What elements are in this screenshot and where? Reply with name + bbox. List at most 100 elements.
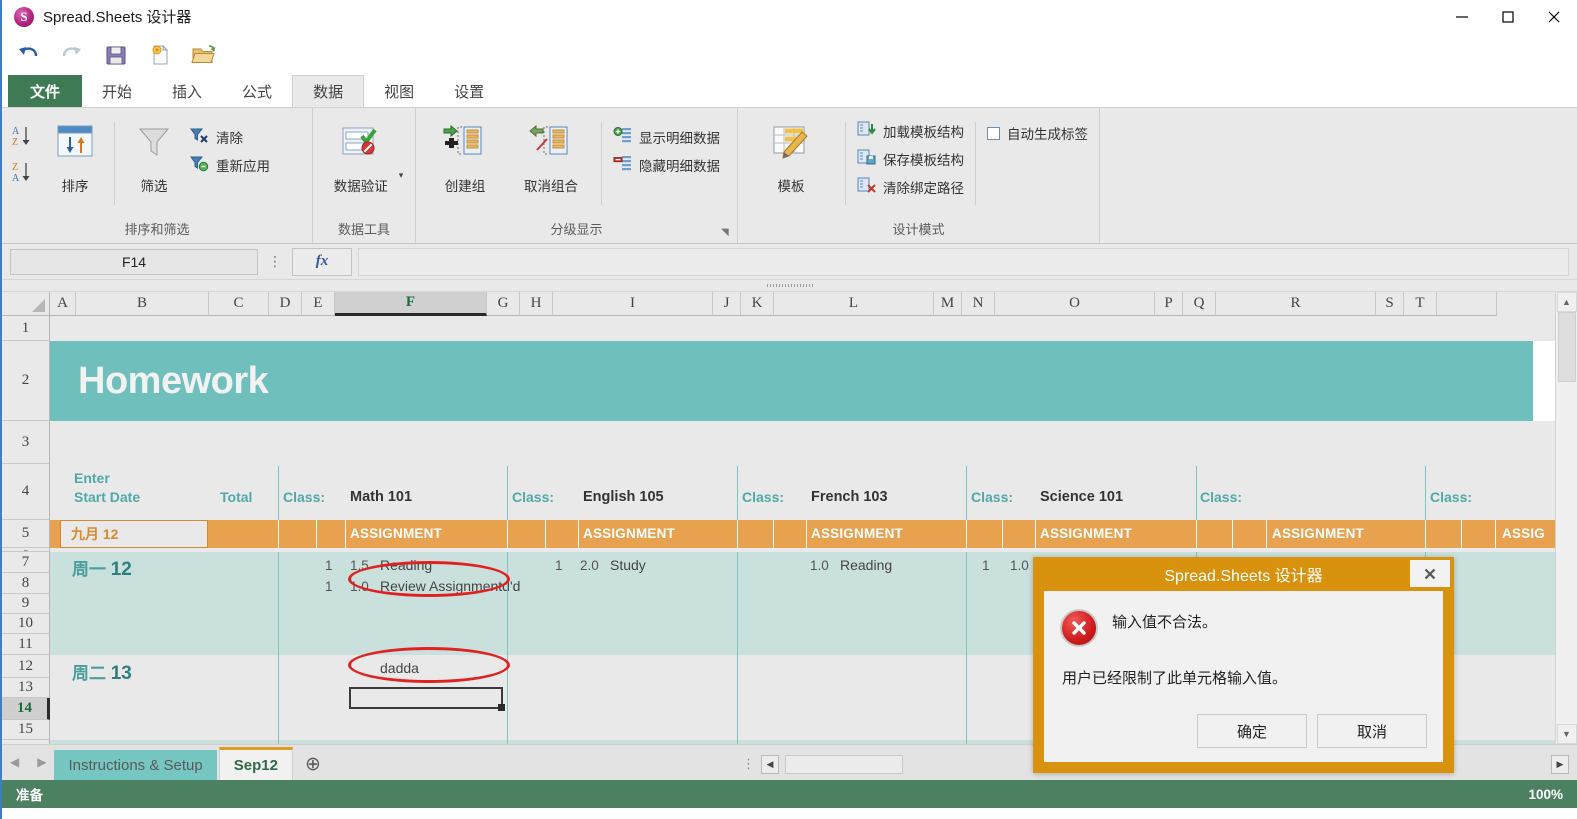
row-3-cells[interactable] — [50, 421, 1555, 464]
formula-input[interactable] — [358, 247, 1569, 276]
load-template-button[interactable]: 加载模板结构 — [853, 120, 968, 142]
new-document-icon[interactable] — [140, 37, 180, 73]
data-validation-button[interactable]: 数据验证 — [325, 116, 397, 195]
template-button[interactable]: 模板 — [744, 116, 838, 195]
name-box-grip-icon[interactable]: ⋮ — [264, 253, 286, 270]
column-header-n[interactable]: N — [962, 292, 995, 316]
undo-arrow-icon[interactable] — [8, 37, 48, 73]
clear-binding-button[interactable]: 清除绑定路径 — [853, 176, 968, 198]
sort-button[interactable]: 排序 — [43, 116, 107, 195]
horizontal-scroll-thumb[interactable] — [785, 754, 903, 774]
caret-down-icon[interactable]: ▾ — [399, 170, 404, 181]
column-header-g[interactable]: G — [487, 292, 520, 316]
scroll-down-button[interactable]: ▼ — [1556, 724, 1577, 744]
tab-file[interactable]: 文件 — [8, 75, 83, 107]
column-header-b[interactable]: B — [76, 292, 209, 316]
hscroll-left-button[interactable]: ◀ — [761, 754, 779, 774]
column-header-j[interactable]: J — [713, 292, 741, 316]
filter-button[interactable]: 筛选 — [122, 116, 186, 195]
hscroll-grip-icon[interactable]: ⋮ — [742, 756, 755, 772]
sheet-tab-sep12[interactable]: Sep12 — [218, 747, 293, 780]
group-button[interactable]: 创建组 — [422, 116, 508, 195]
dialog-close-button[interactable] — [1410, 560, 1450, 587]
column-header-e[interactable]: E — [302, 292, 335, 316]
active-cell-selection[interactable] — [349, 687, 505, 711]
column-header-a[interactable]: A — [50, 292, 76, 316]
dialog-cancel-button[interactable]: 取消 — [1317, 714, 1427, 748]
tab-data[interactable]: 数据 — [292, 75, 365, 107]
maximize-button[interactable] — [1485, 0, 1531, 34]
show-detail-button[interactable]: 显示明细数据 — [609, 126, 724, 148]
row-4-cells[interactable]: Enter Start Date Total Class: Math 101 C… — [50, 464, 1555, 520]
row-header-15[interactable]: 15 — [2, 720, 50, 740]
tab-home[interactable]: 开始 — [82, 75, 152, 107]
column-header-p[interactable]: P — [1155, 292, 1183, 316]
column-header-o[interactable]: O — [995, 292, 1155, 316]
tab-settings[interactable]: 设置 — [434, 75, 504, 107]
column-header-m[interactable]: M — [934, 292, 962, 316]
formula-bar-splitter[interactable] — [2, 280, 1577, 292]
column-header-t[interactable]: T — [1404, 292, 1437, 316]
chevron-left-icon[interactable]: ◀ — [10, 755, 19, 769]
column-header-s[interactable]: S — [1376, 292, 1404, 316]
ungroup-button[interactable]: 取消组合 — [508, 116, 594, 195]
assignment-label-5: ASSIGNMENT — [1272, 526, 1365, 541]
row-5-cells[interactable]: 九月 12 ASSIGNMENT ASSIGNMENT ASSIGNMENT A… — [50, 520, 1555, 548]
column-header-c[interactable]: C — [209, 292, 269, 316]
column-header-d[interactable]: D — [269, 292, 302, 316]
day-number-tuesday: 13 — [110, 663, 132, 684]
column-header-r[interactable]: R — [1216, 292, 1376, 316]
tab-formula[interactable]: 公式 — [222, 75, 292, 107]
minimize-button[interactable] — [1439, 0, 1485, 34]
tab-insert[interactable]: 插入 — [152, 75, 222, 107]
scroll-up-button[interactable]: ▲ — [1556, 292, 1577, 312]
hide-detail-button[interactable]: 隐藏明细数据 — [609, 154, 724, 176]
row-header-10[interactable]: 10 — [2, 614, 50, 634]
dialog-launcher-icon[interactable]: ◥ — [721, 227, 733, 239]
zoom-level[interactable]: 100% — [1528, 787, 1563, 802]
floppy-disk-icon[interactable] — [96, 37, 136, 73]
hscroll-right-button[interactable]: ▶ — [1551, 754, 1569, 774]
row-header-5[interactable]: 5 — [2, 520, 50, 548]
row-header-9[interactable]: 9 — [2, 594, 50, 614]
row-header-8[interactable]: 8 — [2, 573, 50, 594]
column-header-q[interactable]: Q — [1183, 292, 1216, 316]
row-header-4[interactable]: 4 — [2, 464, 50, 520]
row-header-14[interactable]: 14 — [2, 698, 50, 720]
reapply-filter-button[interactable]: 重新应用 — [186, 154, 274, 176]
column-header-l[interactable]: L — [774, 292, 934, 316]
open-folder-icon[interactable] — [184, 37, 224, 73]
chevron-right-icon[interactable]: ▶ — [37, 755, 46, 769]
insert-function-button[interactable]: fx — [292, 247, 352, 276]
dialog-text-lines: 输入值不合法。 — [1112, 609, 1217, 647]
sort-descending-icon[interactable]: Z A — [12, 160, 40, 189]
row-header-1[interactable]: 1 — [2, 316, 50, 341]
column-header-h[interactable]: H — [520, 292, 553, 316]
sheet-tab-instructions[interactable]: Instructions & Setup — [54, 750, 217, 780]
row-header-11[interactable]: 11 — [2, 634, 50, 655]
row-header-7[interactable]: 7 — [2, 552, 50, 573]
checkbox-box[interactable] — [987, 126, 1000, 140]
vertical-scroll-thumb[interactable] — [1557, 312, 1576, 382]
sort-ascending-icon[interactable]: A Z — [12, 124, 40, 153]
row-header-13[interactable]: 13 — [2, 678, 50, 698]
row-header-2[interactable]: 2 — [2, 341, 50, 421]
name-box[interactable]: F14 — [10, 248, 258, 275]
row-header-12[interactable]: 12 — [2, 655, 50, 678]
column-header-i[interactable]: I — [553, 292, 713, 316]
column-header-k[interactable]: K — [741, 292, 774, 316]
select-all-corner[interactable] — [2, 292, 50, 316]
column-header-f[interactable]: F — [335, 292, 487, 316]
tab-view[interactable]: 视图 — [364, 75, 434, 107]
save-template-button[interactable]: 保存模板结构 — [853, 148, 968, 170]
close-button[interactable] — [1531, 0, 1577, 34]
row-header-3[interactable]: 3 — [2, 421, 50, 464]
clear-filter-button[interactable]: 清除 — [186, 126, 274, 148]
auto-generate-tag-checkbox[interactable]: 自动生成标签 — [983, 122, 1092, 144]
column-header-u[interactable] — [1437, 292, 1497, 316]
vertical-scrollbar[interactable]: ▲ ▼ — [1555, 292, 1577, 744]
row-1-cells[interactable] — [50, 316, 1555, 341]
add-sheet-button[interactable]: ⊕ — [295, 748, 331, 780]
start-date-cell[interactable]: 九月 12 — [60, 520, 208, 548]
dialog-ok-button[interactable]: 确定 — [1197, 714, 1307, 748]
